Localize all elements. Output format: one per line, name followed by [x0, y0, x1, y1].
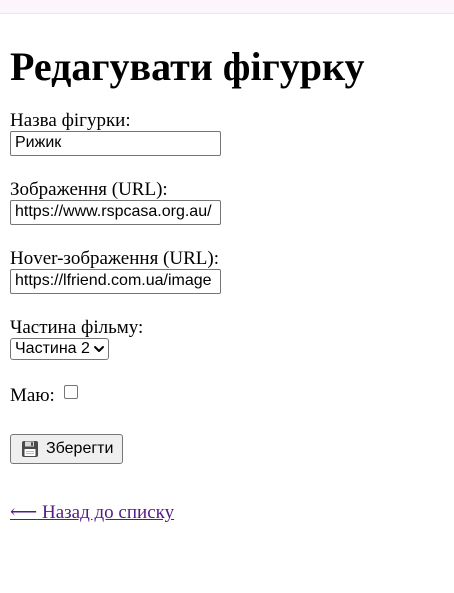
name-field-group: Назва фігурки: Рижик — [10, 111, 444, 156]
owned-checkbox[interactable] — [63, 385, 78, 399]
browser-top-strip — [0, 0, 454, 14]
floppy-disk-icon — [22, 441, 38, 457]
image-url-input[interactable]: https://www.rspcasa.org.au/ — [10, 200, 221, 225]
hover-image-url-label: Hover-зображення (URL): — [10, 248, 219, 269]
save-button[interactable]: Зберегти — [10, 434, 124, 464]
hover-image-url-input[interactable]: https://lfriend.com.ua/image — [10, 269, 221, 294]
save-button-label: Зберегти — [46, 440, 114, 457]
back-link-label: Назад до списку — [42, 502, 175, 523]
film-part-label: Частина фільму: — [10, 317, 144, 338]
film-part-select[interactable]: Частина 2 — [10, 338, 109, 360]
image-url-field-group: Зображення (URL): https://www.rspcasa.or… — [10, 180, 444, 225]
owned-field-group: Маю: — [10, 384, 444, 408]
owned-label: Маю: — [10, 385, 55, 406]
chevron-down-icon — [93, 346, 104, 352]
hover-image-url-field-group: Hover-зображення (URL): https://lfriend.… — [10, 249, 444, 294]
edit-figure-page: Редагувати фігурку Назва фігурки: Рижик … — [0, 44, 454, 524]
name-input[interactable]: Рижик — [10, 131, 221, 156]
name-label: Назва фігурки: — [10, 110, 131, 131]
film-part-selected-value: Частина 2 — [15, 340, 90, 357]
back-arrow-icon: ⟵ — [10, 502, 38, 523]
film-part-field-group: Частина фільму: Частина 2 — [10, 318, 444, 360]
back-to-list-link[interactable]: ⟵ Назад до списку — [10, 502, 174, 524]
page-title: Редагувати фігурку — [10, 44, 365, 89]
image-url-label: Зображення (URL): — [10, 179, 168, 200]
